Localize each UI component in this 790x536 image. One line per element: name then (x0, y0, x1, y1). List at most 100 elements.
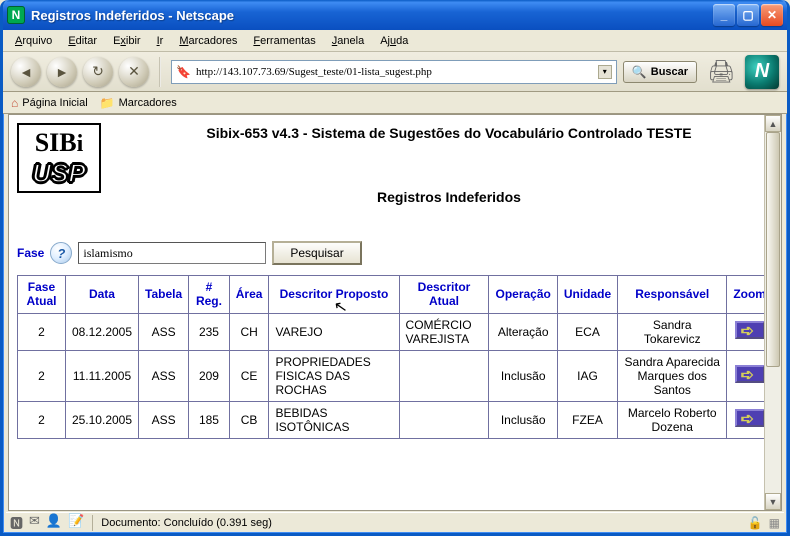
cell-data: 25.10.2005 (65, 401, 138, 438)
cell-reg: 235 (189, 313, 230, 350)
cell-unidade: ECA (557, 313, 617, 350)
table-row: 211.11.2005ASS209CEPROPRIEDADES FISICAS … (18, 350, 773, 401)
scroll-up-button[interactable]: ▲ (765, 115, 781, 132)
menu-ferramentas[interactable]: Ferramentas (247, 34, 321, 48)
cell-operacao: Inclusão (489, 401, 557, 438)
status-im-icon[interactable]: 👤 (46, 513, 62, 532)
th-tabela[interactable]: Tabela (139, 276, 189, 314)
search-button[interactable]: 🔍 Buscar (623, 61, 697, 83)
cell-proposto: PROPRIEDADES FISICAS DAS ROCHAS (269, 350, 399, 401)
page-subtitle: Registros Indeferidos (125, 189, 773, 205)
th-operacao[interactable]: Operação (489, 276, 557, 314)
close-button[interactable]: ✕ (761, 4, 783, 26)
reload-button[interactable]: ↻ (83, 57, 113, 87)
menu-janela[interactable]: Janela (326, 34, 370, 48)
status-text: Documento: Concluído (0.391 seg) (101, 517, 739, 529)
status-netscape-icon[interactable]: 🅽 (10, 513, 23, 532)
th-fase[interactable]: Fase Atual (18, 276, 66, 314)
cell-atual (399, 350, 489, 401)
window-title: Registros Indeferidos - Netscape (31, 8, 713, 23)
cell-tabela: ASS (139, 313, 189, 350)
cell-fase: 2 (18, 401, 66, 438)
sibi-logo: SIBi USP (17, 123, 101, 193)
netscape-icon: N (7, 6, 25, 24)
th-proposto[interactable]: Descritor Proposto (269, 276, 399, 314)
scroll-thumb[interactable] (766, 132, 780, 367)
folder-icon: 📁 (100, 96, 115, 110)
url-input[interactable] (194, 65, 594, 79)
status-bar: 🅽 ✉ 👤 📝 Documento: Concluído (0.391 seg)… (6, 512, 784, 532)
status-security-icon[interactable]: 🔓 (748, 516, 763, 530)
cell-unidade: IAG (557, 350, 617, 401)
stop-button[interactable]: ✕ (119, 57, 149, 87)
cell-responsavel: Sandra Tokarevicz (618, 313, 727, 350)
pesquisar-button[interactable]: Pesquisar (272, 241, 361, 265)
menu-arquivo[interactable]: Arquivo (9, 34, 58, 48)
menu-marcadores[interactable]: Marcadores (173, 34, 243, 48)
cell-operacao: Inclusão (489, 350, 557, 401)
cell-area: CE (229, 350, 269, 401)
cell-atual: COMÉRCIO VAREJISTA (399, 313, 489, 350)
cell-proposto: BEBIDAS ISOTÔNICAS (269, 401, 399, 438)
maximize-button[interactable]: ▢ (737, 4, 759, 26)
table-row: 208.12.2005ASS235CHVAREJOCOMÉRCIO VAREJI… (18, 313, 773, 350)
table-row: 225.10.2005ASS185CBBEBIDAS ISOTÔNICAS Inc… (18, 401, 773, 438)
cell-fase: 2 (18, 350, 66, 401)
th-atual[interactable]: Descritor Atual (399, 276, 489, 314)
fase-label: Fase (17, 246, 44, 260)
forward-button[interactable]: ► (47, 57, 77, 87)
fase-search-input[interactable] (78, 242, 266, 264)
th-responsavel[interactable]: Responsável (618, 276, 727, 314)
cell-reg: 185 (189, 401, 230, 438)
page-icon: 🔖 (176, 65, 190, 79)
cell-responsavel: Marcelo Roberto Dozena (618, 401, 727, 438)
cell-responsavel: Sandra Aparecida Marques dos Santos (618, 350, 727, 401)
cell-proposto: VAREJO (269, 313, 399, 350)
home-icon: ⌂ (11, 96, 18, 110)
back-button[interactable]: ◄ (11, 57, 41, 87)
cell-area: CB (229, 401, 269, 438)
zoom-button[interactable] (735, 409, 765, 427)
status-composer-icon[interactable]: 📝 (68, 513, 84, 532)
cell-atual (399, 401, 489, 438)
minimize-button[interactable]: _ (713, 4, 735, 26)
th-unidade[interactable]: Unidade (557, 276, 617, 314)
cell-area: CH (229, 313, 269, 350)
menu-exibir[interactable]: Exibir (107, 34, 147, 48)
system-title: Sibix-653 v4.3 - Sistema de Sugestões do… (125, 125, 773, 141)
cell-operacao: Alteração (489, 313, 557, 350)
zoom-button[interactable] (735, 365, 765, 383)
menu-editar[interactable]: Editar (62, 34, 103, 48)
status-cookie-icon[interactable]: ▦ (769, 516, 780, 530)
results-table: Fase Atual Data Tabela # Reg. Área Descr… (17, 275, 773, 439)
url-bar[interactable]: 🔖 ▾ (171, 60, 617, 84)
zoom-button[interactable] (735, 321, 765, 339)
th-area[interactable]: Área (229, 276, 269, 314)
menu-bar: Arquivo Editar Exibir Ir Marcadores Ferr… (3, 30, 787, 52)
cell-tabela: ASS (139, 350, 189, 401)
cell-data: 08.12.2005 (65, 313, 138, 350)
cell-data: 11.11.2005 (65, 350, 138, 401)
bookmarks-folder[interactable]: 📁 Marcadores (100, 96, 177, 110)
menu-ajuda[interactable]: Ajuda (374, 34, 414, 48)
scroll-down-button[interactable]: ▼ (765, 493, 781, 510)
help-icon[interactable]: ? (50, 242, 72, 264)
url-dropdown[interactable]: ▾ (598, 65, 612, 79)
toolbar: ◄ ► ↻ ✕ 🔖 ▾ 🔍 Buscar 🖨 N (3, 52, 787, 92)
th-data[interactable]: Data (65, 276, 138, 314)
home-bookmark[interactable]: ⌂ Página Inicial (11, 96, 88, 110)
cell-tabela: ASS (139, 401, 189, 438)
bookmarks-label: Marcadores (119, 97, 177, 109)
th-reg[interactable]: # Reg. (189, 276, 230, 314)
cell-fase: 2 (18, 313, 66, 350)
cell-reg: 209 (189, 350, 230, 401)
search-button-label: Buscar (651, 66, 688, 78)
status-mail-icon[interactable]: ✉ (29, 513, 40, 532)
print-icon[interactable]: 🖨 (707, 59, 735, 85)
cell-unidade: FZEA (557, 401, 617, 438)
menu-ir[interactable]: Ir (151, 34, 170, 48)
vertical-scrollbar[interactable]: ▲ ▼ (764, 115, 781, 510)
netscape-logo: N (745, 55, 779, 89)
search-icon: 🔍 (632, 65, 647, 79)
home-label: Página Inicial (22, 97, 87, 109)
